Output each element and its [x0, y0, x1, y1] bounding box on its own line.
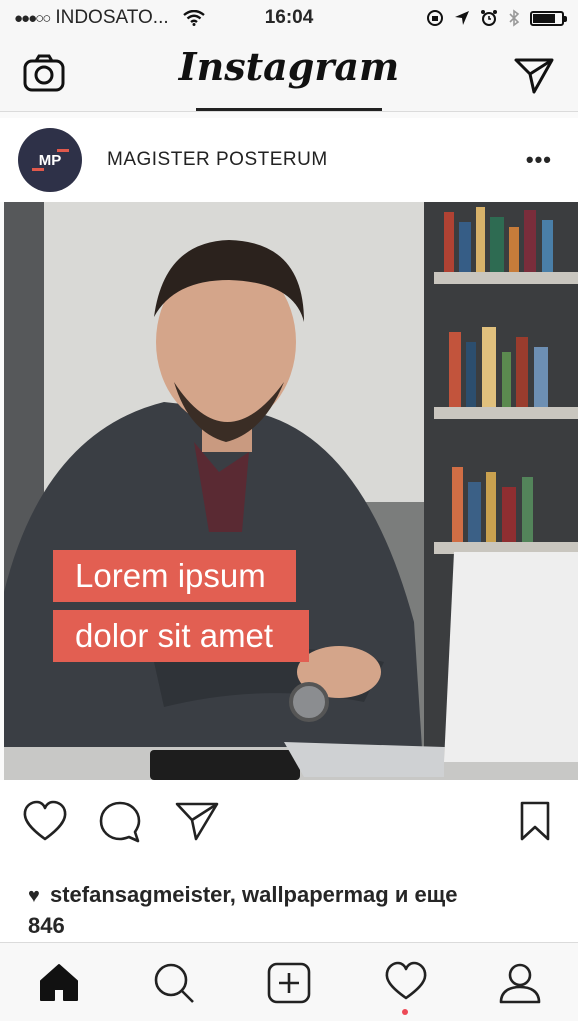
profile-icon[interactable] — [498, 961, 542, 1005]
avatar-accent-bar — [32, 168, 44, 171]
comment-icon[interactable] — [98, 800, 142, 844]
share-icon[interactable] — [174, 800, 220, 842]
post-photo-illustration — [4, 202, 578, 780]
likes-summary[interactable]: ♥ stefansagmeister, wallpapermag и еще 8… — [0, 870, 578, 942]
likes-heart-icon: ♥ — [28, 885, 40, 907]
bookmark-icon[interactable] — [518, 800, 552, 842]
top-navigation-bar: Instagram — [0, 36, 578, 112]
heart-icon[interactable] — [22, 800, 68, 842]
signal-strength-icon: ●●●○○ — [14, 9, 51, 27]
carrier-name: INDOSATO... — [55, 7, 169, 28]
bottom-navigation-bar — [0, 942, 578, 1021]
post-username[interactable]: MAGISTER POSTERUM — [107, 149, 328, 171]
likes-count: 846 — [28, 913, 65, 938]
wifi-icon — [182, 10, 205, 26]
image-caption-line-1: Lorem ipsum — [53, 550, 296, 602]
alarm-icon — [481, 10, 497, 26]
location-icon — [455, 11, 469, 25]
status-left: ●●●○○ INDOSATO... — [14, 7, 205, 29]
post-header: MP MAGISTER POSTERUM ••• — [0, 118, 578, 202]
bluetooth-icon — [509, 9, 520, 27]
post-image[interactable]: Lorem ipsum dolor sit amet — [4, 202, 578, 780]
direct-message-icon[interactable] — [512, 52, 556, 96]
avatar[interactable]: MP — [18, 128, 82, 192]
home-icon[interactable] — [38, 961, 80, 1003]
status-right — [426, 9, 567, 27]
search-icon[interactable] — [152, 961, 196, 1005]
notification-dot — [402, 1009, 408, 1015]
battery-icon — [530, 10, 567, 26]
logo-underline — [196, 108, 382, 111]
image-caption-line-2: dolor sit amet — [53, 610, 309, 662]
app-logo: Instagram — [178, 44, 400, 89]
avatar-initials: MP — [38, 151, 62, 169]
rotation-lock-icon — [427, 10, 443, 26]
likes-text: stefansagmeister, wallpapermag и еще — [50, 882, 458, 907]
post-action-bar — [0, 780, 578, 870]
more-options-icon[interactable]: ••• — [526, 147, 552, 173]
status-bar: ●●●○○ INDOSATO... 16:04 — [0, 0, 578, 36]
activity-heart-icon[interactable] — [384, 961, 428, 1001]
add-post-icon[interactable] — [266, 961, 312, 1005]
avatar-accent-bar — [57, 149, 69, 152]
